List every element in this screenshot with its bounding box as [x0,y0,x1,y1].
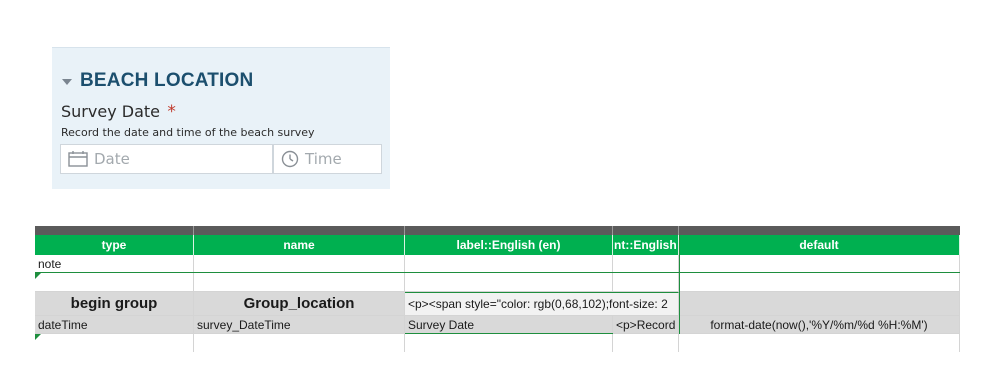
cell-name[interactable] [194,255,405,273]
cell-type[interactable]: note [35,255,194,273]
cell-label[interactable] [405,255,613,273]
column-separator [404,226,405,235]
header-label[interactable]: label::English (en) [405,235,613,255]
question-label-text: Survey Date [61,102,160,121]
cell-label[interactable] [405,273,613,292]
question-hint: Record the date and time of the beach su… [61,126,315,139]
cell-type[interactable]: begin group [35,292,194,316]
required-marker: * [167,102,176,122]
selection-border [35,272,960,273]
caret-down-icon[interactable] [62,79,72,85]
cell-default[interactable] [679,292,960,316]
cell-default[interactable]: format-date(now(),'%Y/%m/%d %H:%M') [679,316,960,334]
cell-label[interactable] [405,334,613,352]
cell-name[interactable]: survey_DateTime [194,316,405,334]
error-marker [35,273,41,279]
cell-type[interactable]: dateTime [35,316,194,334]
date-field[interactable]: Date [60,144,273,174]
table-row-begin-group: begin group Group_location <p><span styl… [35,292,960,316]
cell-default[interactable] [679,255,960,273]
cell-default[interactable] [679,273,960,292]
xlsform-spreadsheet: type name label::English (en) nt::Englis… [35,226,960,354]
selection-border [405,333,613,334]
table-row [35,334,960,352]
table-row-datetime: dateTime survey_DateTime Survey Date <p>… [35,316,960,334]
cell-hint[interactable]: <p>Record t [613,316,679,334]
header-row: type name label::English (en) nt::Englis… [35,235,960,255]
calendar-icon [68,151,88,167]
clock-icon [281,150,299,168]
column-separator [678,226,679,235]
header-type[interactable]: type [35,235,194,255]
cell-name[interactable]: Group_location [194,292,405,316]
survey-form-card: BEACH LOCATION Survey Date * Record the … [52,47,390,189]
header-default[interactable]: default [679,235,960,255]
date-placeholder: Date [94,150,130,168]
cell-hint[interactable] [613,255,679,273]
cell-label[interactable]: Survey Date [405,316,613,334]
time-field[interactable]: Time [273,144,382,174]
cell-hint[interactable] [613,273,679,292]
question-label: Survey Date * [61,102,176,122]
table-row: note [35,255,960,273]
cell-type[interactable] [35,334,194,352]
column-separator [193,226,194,235]
table-row [35,273,960,292]
error-marker [35,334,41,340]
group-header-beach-location[interactable]: BEACH LOCATION [62,70,253,92]
selection-border [679,235,680,334]
cell-type[interactable] [35,273,194,292]
column-letter-row [35,226,960,235]
cell-hint[interactable] [613,334,679,352]
column-separator [612,226,613,235]
header-name[interactable]: name [194,235,405,255]
cell-name[interactable] [194,273,405,292]
cell-default[interactable] [679,334,960,352]
header-hint[interactable]: nt::English (e [613,235,679,255]
group-title: BEACH LOCATION [80,70,254,91]
cell-label[interactable]: <p><span style="color: rgb(0,68,102);fon… [405,292,679,316]
cell-name[interactable] [194,334,405,352]
time-placeholder: Time [305,150,342,168]
